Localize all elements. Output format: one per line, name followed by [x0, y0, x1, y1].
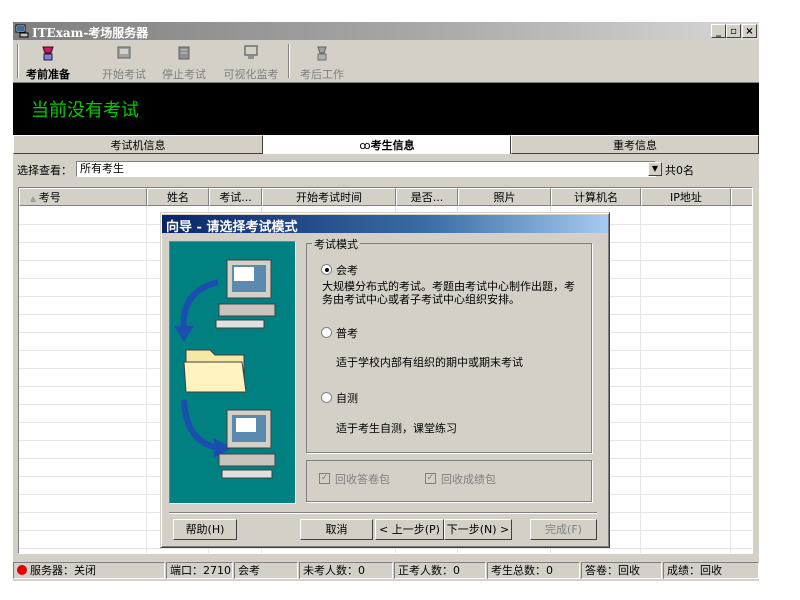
toolbar-preparation-button[interactable]: 考前准备 — [21, 40, 75, 82]
status-port: 端口：2710 — [166, 562, 233, 579]
toolbar-label: 考前准备 — [26, 68, 70, 81]
status-in-exam: 正考人数：0 — [394, 562, 486, 579]
filter-label: 选择查看： — [17, 164, 72, 177]
toolbar-label: 可视化监考 — [223, 68, 279, 81]
column-label: 计算机名 — [574, 191, 618, 204]
column-header-name[interactable]: 姓名 — [147, 188, 209, 206]
tab-machine-info[interactable]: 考试机信息 — [13, 135, 263, 154]
tab-label: 考生信息 — [370, 139, 415, 152]
radio-huikao[interactable] — [321, 264, 332, 275]
prev-button[interactable]: < 上一步(P) — [375, 519, 444, 540]
minimize-button[interactable]: _ — [711, 24, 726, 38]
toolbar: 考前准备 开始考试 停止考试 可视化监考 考后工作 — [13, 40, 759, 83]
column-label: 开始考试时间 — [296, 191, 362, 204]
status-mode: 会考 — [234, 562, 298, 579]
option-description-huikao: 大规模分布式的考试。考题由考试中心制作出题，考务由考试中心或者子考试中心组织安排… — [322, 280, 575, 306]
grid-column-line — [146, 206, 147, 553]
toolbar-separator — [288, 44, 290, 78]
dialog-title: 向导 - 请选择考试模式 — [166, 220, 298, 235]
next-button[interactable]: 下一步(N) > — [444, 519, 512, 540]
status-server-text: 服务器：关闭 — [30, 564, 96, 577]
checkbox-collect-answers[interactable]: ✓ — [319, 473, 330, 484]
column-header-ip[interactable]: IP地址 — [641, 188, 731, 206]
grid-row-line — [19, 548, 752, 549]
radio-zice[interactable] — [321, 392, 332, 403]
grid-column-line — [730, 206, 731, 553]
column-header-exam[interactable]: 考试... — [209, 188, 262, 206]
chevron-down-icon[interactable]: ▼ — [648, 162, 662, 176]
status-bar: 服务器：关闭 端口：2710 会考 未考人数：0 正考人数：0 考生总数：0 答… — [13, 562, 759, 580]
column-label: 姓名 — [167, 191, 189, 204]
toolbar-label: 考后工作 — [300, 68, 344, 81]
exam-mode-group-title: 考试模式 — [312, 236, 360, 252]
radio-pukao[interactable] — [321, 327, 332, 338]
toolbar-post-exam-button[interactable]: 考后工作 — [295, 40, 349, 82]
status-scores: 成绩：回收 — [663, 562, 759, 579]
column-header-filler — [731, 188, 752, 206]
tab-student-info[interactable]: ꝏ考生信息 — [263, 135, 511, 154]
option-description-pukao: 适于学校内部有组织的期中或期末考试 — [336, 356, 523, 369]
toolbar-start-exam-button[interactable]: 开始考试 — [97, 40, 151, 82]
filter-select[interactable]: 所有考生 — [76, 161, 656, 177]
finish-button[interactable]: 完成(F) — [530, 519, 597, 540]
start-exam-icon — [97, 44, 151, 66]
option-label-zice[interactable]: 自测 — [336, 390, 358, 406]
checkbox-label-collect-answers: 回收答卷包 — [335, 473, 390, 486]
table-header: ▲ 考号 姓名 考试... 开始考试时间 是否... 照片 计算机名 IP地址 — [19, 188, 752, 206]
column-label: 照片 — [493, 191, 516, 204]
student-count: 共0名 — [665, 164, 694, 177]
option-label-huikao[interactable]: 会考 — [336, 262, 358, 278]
column-label: IP地址 — [670, 191, 702, 204]
window-title: ITExam-考场服务器 — [32, 26, 149, 40]
column-header-is[interactable]: 是否... — [396, 188, 458, 206]
toolbar-label: 停止考试 — [162, 68, 206, 81]
column-header-start-time[interactable]: 开始考试时间 — [262, 188, 396, 206]
close-button[interactable]: × — [742, 24, 757, 38]
restore-button[interactable]: ▫ — [726, 24, 741, 38]
toolbar-stop-exam-button[interactable]: 停止考试 — [157, 40, 211, 82]
sort-arrow-icon: ▲ — [30, 194, 39, 203]
help-button[interactable]: 帮助(H) — [173, 519, 237, 540]
status-absent: 未考人数：0 — [299, 562, 393, 579]
app-icon — [15, 24, 29, 38]
wizard-illustration — [169, 241, 296, 504]
column-header-computer[interactable]: 计算机名 — [551, 188, 641, 206]
column-header-id[interactable]: ▲ 考号 — [19, 188, 147, 206]
option-description-zice: 适于考生自测，课堂练习 — [336, 422, 457, 435]
column-header-photo[interactable]: 照片 — [458, 188, 551, 206]
stop-exam-icon — [157, 44, 211, 66]
tab-retake-info[interactable]: 重考信息 — [511, 135, 759, 154]
server-status-icon — [17, 565, 27, 575]
tab-label: 重考信息 — [613, 139, 657, 152]
post-exam-icon — [295, 44, 349, 66]
column-label: 考试... — [219, 191, 252, 204]
column-label: 考号 — [38, 191, 61, 204]
status-server: 服务器：关闭 — [13, 562, 165, 579]
banner-text: 当前没有考试 — [31, 100, 139, 121]
grid-column-line — [640, 206, 641, 553]
monitor-icon — [219, 44, 283, 66]
preparation-icon — [21, 44, 75, 66]
cancel-button[interactable]: 取消 — [300, 519, 373, 540]
glasses-icon: ꝏ — [359, 139, 371, 152]
toolbar-separator — [17, 44, 19, 78]
status-answers: 答卷：回收 — [581, 562, 662, 579]
tab-bar: 考试机信息 ꝏ考生信息 重考信息 — [13, 135, 759, 155]
column-label: 是否... — [410, 191, 444, 204]
toolbar-label: 开始考试 — [102, 68, 146, 81]
tab-label: 考试机信息 — [110, 139, 166, 152]
checkbox-label-collect-scores: 回收成绩包 — [441, 473, 496, 486]
toolbar-monitor-button[interactable]: 可视化监考 — [219, 40, 283, 82]
status-total: 考生总数：0 — [487, 562, 580, 579]
checkbox-collect-scores[interactable]: ✓ — [425, 473, 436, 484]
dialog-separator — [169, 512, 597, 514]
option-label-pukao[interactable]: 普考 — [336, 325, 358, 341]
